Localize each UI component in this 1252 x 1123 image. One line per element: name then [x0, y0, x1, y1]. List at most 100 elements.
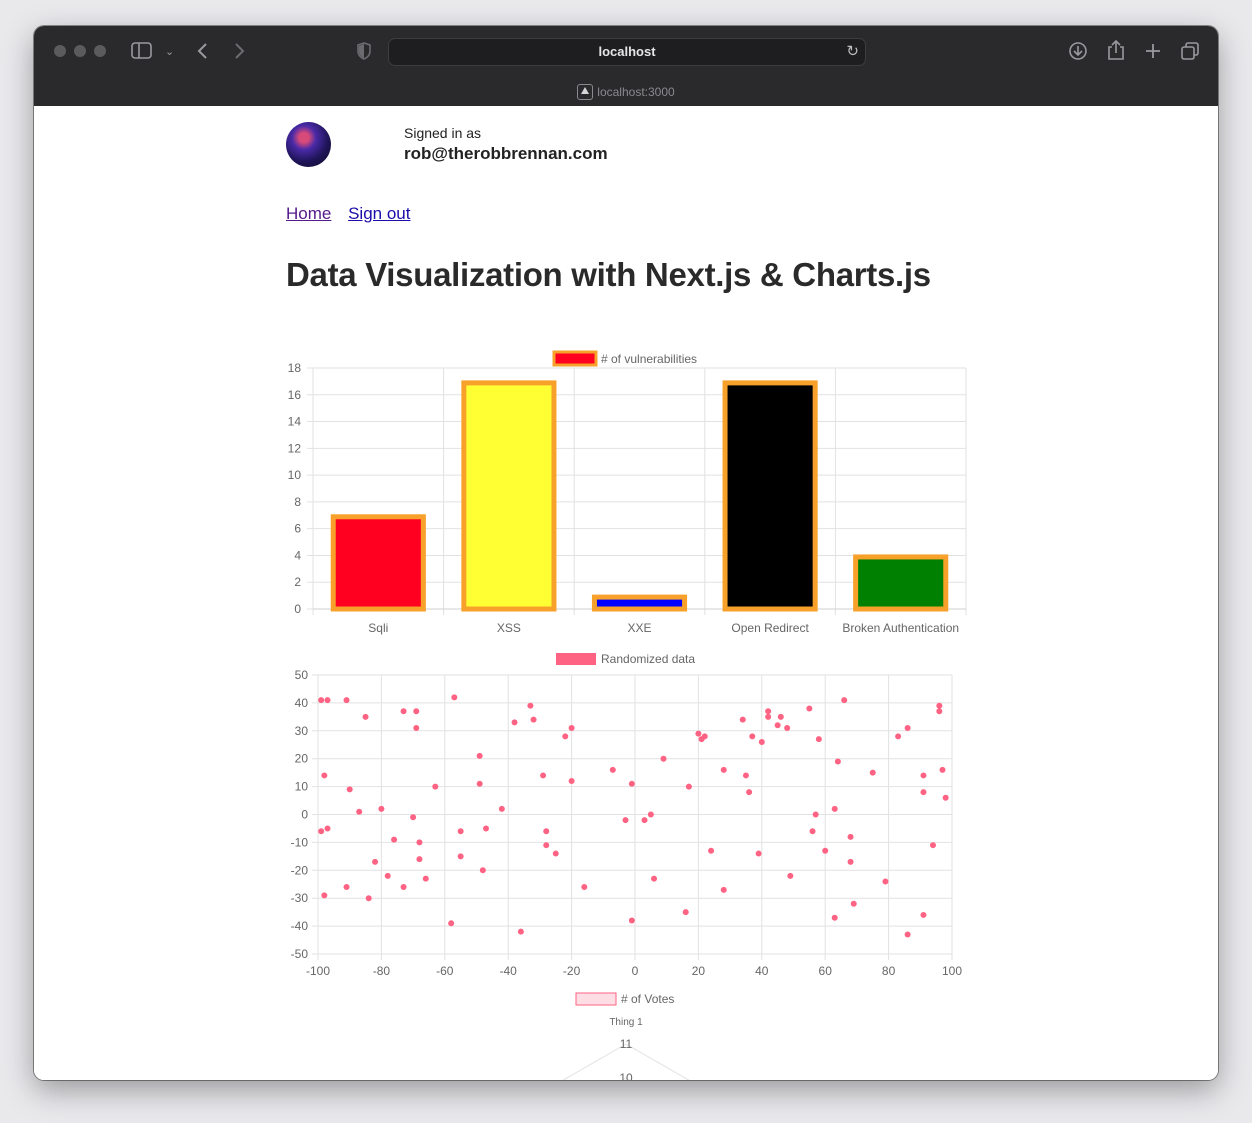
share-icon[interactable]: [1107, 39, 1125, 61]
y-tick-label: 2: [294, 575, 301, 589]
scatter-point: [476, 752, 483, 759]
scatter-point: [746, 789, 753, 796]
scatter-point: [457, 828, 464, 835]
scatter-point: [568, 778, 575, 785]
scatter-point: [904, 931, 911, 938]
radar-tick-label: 11: [620, 1037, 633, 1051]
scatter-point: [530, 716, 537, 723]
shield-icon[interactable]: [357, 42, 371, 60]
scatter-point: [685, 783, 692, 790]
scatter-point: [815, 736, 822, 743]
scatter-point: [540, 772, 547, 779]
scatter-point: [682, 909, 689, 916]
page-content: Signed in as rob@therobbrennan.com Home …: [34, 106, 1218, 1080]
scatter-point: [413, 708, 420, 715]
close-window-button[interactable]: [54, 45, 66, 57]
scatter-point: [920, 772, 927, 779]
scatter-point: [920, 911, 927, 918]
scatter-point: [809, 828, 816, 835]
scatter-point: [742, 772, 749, 779]
scatter-point: [457, 853, 464, 860]
chevron-down-icon[interactable]: ⌄: [165, 42, 174, 62]
home-link[interactable]: Home: [286, 204, 331, 223]
scatter-point: [609, 766, 616, 773]
minimize-window-button[interactable]: [74, 45, 86, 57]
x-tick-label: XSS: [497, 621, 521, 635]
sidebar-toggle-icon[interactable]: [131, 42, 153, 60]
scatter-point: [774, 722, 781, 729]
x-tick-label: -20: [563, 964, 581, 978]
sign-out-link[interactable]: Sign out: [348, 204, 410, 223]
back-arrow-icon[interactable]: [196, 41, 210, 61]
x-tick-label: Broken Authentication: [842, 621, 959, 635]
y-tick-label: 18: [288, 361, 302, 375]
scatter-point: [416, 856, 423, 863]
radar-web-line: [625, 1043, 690, 1080]
scatter-point: [641, 817, 648, 824]
scatter-point: [422, 875, 429, 882]
x-tick-label: 100: [942, 964, 962, 978]
scatter-point: [834, 758, 841, 765]
tab-overview-icon[interactable]: [1180, 41, 1200, 61]
scatter-point: [362, 713, 369, 720]
scatter-point: [831, 805, 838, 812]
scatter-point: [410, 814, 417, 821]
reload-icon[interactable]: ↻: [846, 42, 859, 60]
y-tick-label: 6: [294, 522, 301, 536]
scatter-point: [882, 878, 889, 885]
radar-web-line: [621, 1077, 627, 1080]
scatter-point: [321, 892, 328, 899]
y-tick-label: 14: [288, 415, 302, 429]
legend-swatch: [556, 653, 596, 665]
y-tick-label: 10: [295, 780, 309, 794]
signed-in-label: Signed in as: [404, 125, 482, 141]
bar: [591, 594, 688, 612]
radar-tick-label: 10: [619, 1071, 633, 1080]
scatter-point: [628, 917, 635, 924]
scatter-point: [543, 842, 550, 849]
scatter-point: [850, 900, 857, 907]
scatter-point: [318, 697, 325, 704]
scatter-point: [498, 805, 505, 812]
forward-arrow-icon[interactable]: [232, 41, 246, 61]
scatter-point: [432, 783, 439, 790]
scatter-point: [936, 702, 943, 709]
scatter-point: [318, 828, 325, 835]
scatter-point: [831, 914, 838, 921]
scatter-point: [356, 808, 363, 815]
scatter-point: [739, 716, 746, 723]
tab-localhost[interactable]: localhost:3000: [577, 84, 675, 100]
scatter-point: [378, 805, 385, 812]
new-tab-icon[interactable]: [1144, 42, 1162, 60]
download-icon[interactable]: [1068, 41, 1088, 61]
legend-label: # of Votes: [621, 992, 674, 1006]
y-tick-label: -20: [291, 863, 309, 877]
scatter-point: [384, 872, 391, 879]
y-tick-label: 0: [294, 602, 301, 616]
scatter-point: [695, 730, 702, 737]
y-tick-label: 12: [288, 441, 302, 455]
bar: [853, 554, 949, 612]
scatter-point: [749, 733, 756, 740]
bar: [722, 380, 818, 612]
scatter-point: [448, 920, 455, 927]
zoom-window-button[interactable]: [94, 45, 106, 57]
scatter-point: [517, 928, 524, 935]
legend-label: # of vulnerabilities: [601, 352, 697, 366]
scatter-point: [568, 725, 575, 732]
legend-swatch: [552, 350, 598, 367]
y-tick-label: 4: [294, 548, 301, 562]
scatter-point: [372, 858, 379, 865]
scatter-point: [413, 725, 420, 732]
y-tick-label: 8: [294, 495, 301, 509]
y-tick-label: -50: [291, 947, 309, 961]
scatter-point: [400, 708, 407, 715]
scatter-point: [822, 847, 829, 854]
scatter-point: [543, 828, 550, 835]
legend-label: Randomized data: [601, 652, 695, 666]
address-bar[interactable]: localhost ↻: [388, 38, 866, 66]
scatter-point: [628, 780, 635, 787]
x-tick-label: 0: [632, 964, 639, 978]
scatter-point: [841, 697, 848, 704]
browser-toolbar: ⌄ localhost ↻ localhost:3000: [34, 26, 1218, 106]
